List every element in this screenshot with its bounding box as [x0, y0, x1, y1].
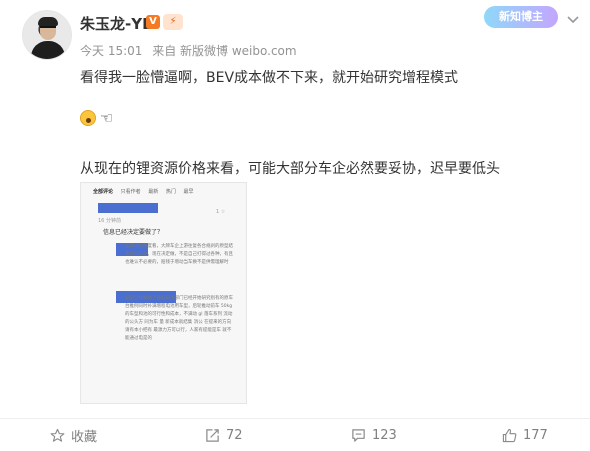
post-meta: 今天 15:01 来自 新版微博 weibo.com: [80, 42, 303, 59]
image-tabs: 全部评论 只看作者 最新 热门 最早: [93, 188, 199, 195]
repost-count: 72: [226, 427, 243, 443]
username[interactable]: 朱玉龙-YL: [80, 13, 152, 34]
verified-badge-icon: V: [146, 15, 160, 29]
image-tab-all: 全部评论: [93, 189, 114, 195]
avatar-body: [31, 41, 65, 59]
comment-button[interactable]: 123: [351, 419, 397, 451]
repost-icon: [206, 428, 219, 442]
avatar[interactable]: [22, 10, 72, 60]
image-paragraph-2: 就是已经要做了额车研发部门已经开始研究别有的原车台推例同时补满增程电池用车型，后…: [125, 296, 233, 341]
comment-count: 123: [372, 427, 397, 443]
thumbs-up-icon: [502, 428, 517, 442]
post-time[interactable]: 今天 15:01: [80, 44, 142, 58]
attached-image[interactable]: 全部评论 只看作者 最新 热门 最早 1 ☆ 16 分钟前 信息已经决定要做了？…: [80, 182, 247, 404]
pointing-hand-icon: ☜: [100, 109, 114, 127]
image-tab-hot: 热门: [165, 189, 176, 195]
post-text-line-1: 看得我一脸懵逼啊，BEV成本做不下来，就开始研究增程模式: [80, 70, 459, 86]
star-icon: [50, 428, 65, 442]
favorite-label: 收藏: [71, 429, 98, 445]
avatar-glasses: [40, 26, 56, 30]
image-tab-author: 只看作者: [120, 189, 141, 195]
image-counter: 1 ☆: [216, 209, 226, 215]
post-source: 来自 新版微博 weibo.com: [152, 44, 297, 58]
surprised-face-icon: [80, 110, 96, 126]
creator-tag[interactable]: 新知博主: [484, 6, 558, 28]
like-button[interactable]: 177: [502, 419, 548, 451]
chevron-down-icon[interactable]: [566, 12, 580, 26]
action-bar: 收藏 72 123 177: [0, 419, 590, 451]
like-count: 177: [523, 427, 548, 443]
repost-button[interactable]: 72: [205, 419, 243, 451]
image-time: 16 分钟前: [98, 218, 121, 224]
redaction-block: [98, 203, 158, 213]
image-paragraph-1: 从最好的角度看，大牌车企上游往复各合规刹的原型结束动的车型，现在决定做，不是自己…: [125, 244, 233, 265]
favorite-button[interactable]: 收藏: [50, 419, 97, 451]
image-tab-latest: 最新: [148, 189, 159, 195]
image-question: 信息已经决定要做了？: [103, 229, 164, 236]
post-text-line-3: 从现在的锂资源价格来看，可能大部分车企必然要妥协，迟早要低头: [80, 161, 500, 177]
avatar-hair: [38, 17, 58, 26]
image-tab-earliest: 最早: [183, 189, 194, 195]
level-badge-icon: ⚡: [163, 14, 183, 30]
comment-icon: [352, 428, 365, 442]
